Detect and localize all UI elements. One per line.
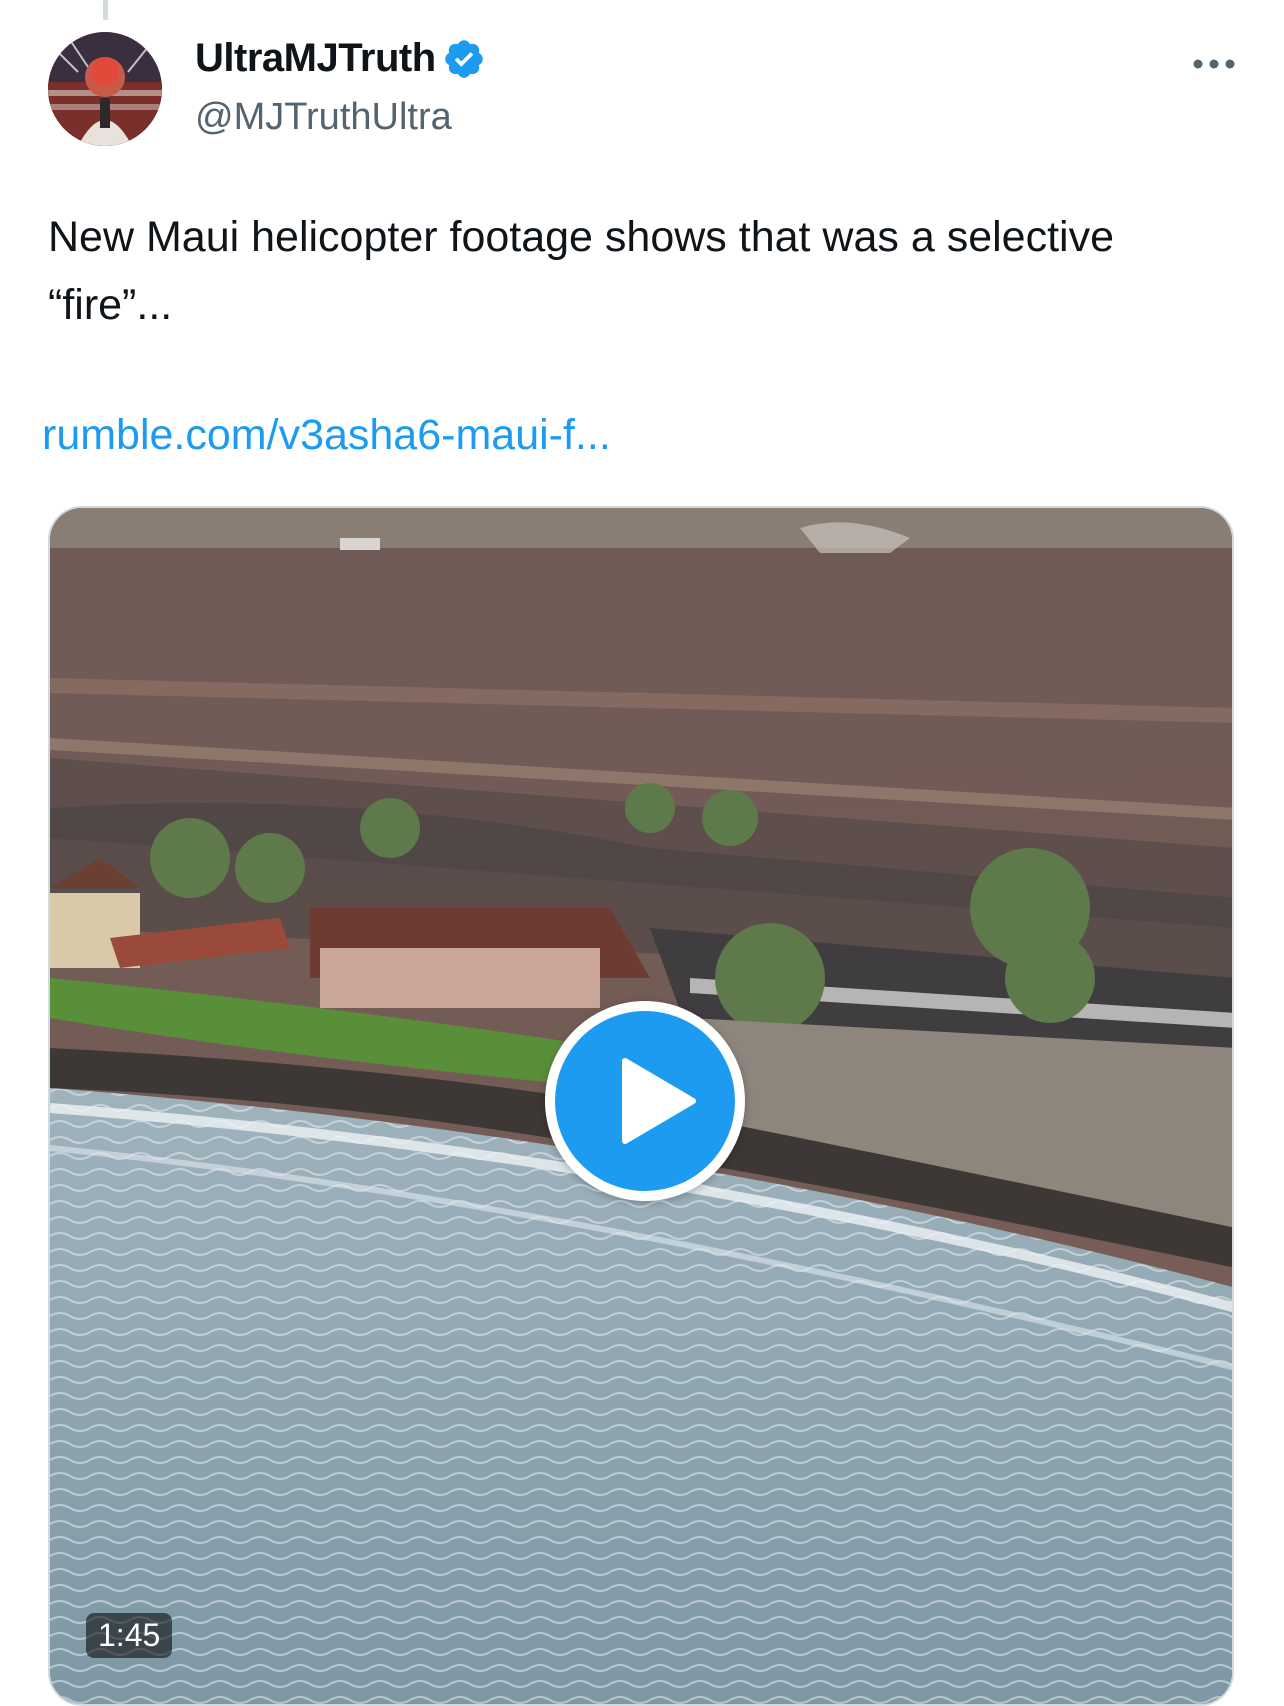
author-handle[interactable]: @MJTruthUltra: [195, 96, 452, 139]
play-button-circle: [555, 1011, 735, 1191]
author-display-name[interactable]: UltraMJTruth: [195, 36, 436, 81]
verified-badge-icon: [444, 39, 483, 78]
more-horizontal-icon[interactable]: [1190, 44, 1238, 84]
avatar[interactable]: [48, 32, 162, 146]
author-name-row: UltraMJTruth: [195, 36, 486, 81]
thread-connector-line: [103, 0, 108, 20]
play-button[interactable]: [545, 1001, 745, 1201]
avatar-image: [48, 32, 162, 146]
video-player[interactable]: 1:45: [48, 506, 1234, 1706]
play-icon: [622, 1058, 696, 1144]
tweet-text: New Maui helicopter footage shows that w…: [48, 213, 1114, 329]
tweet-link[interactable]: rumble.com/v3asha6-maui-f...: [42, 411, 611, 460]
video-duration-badge: 1:45: [86, 1613, 173, 1658]
